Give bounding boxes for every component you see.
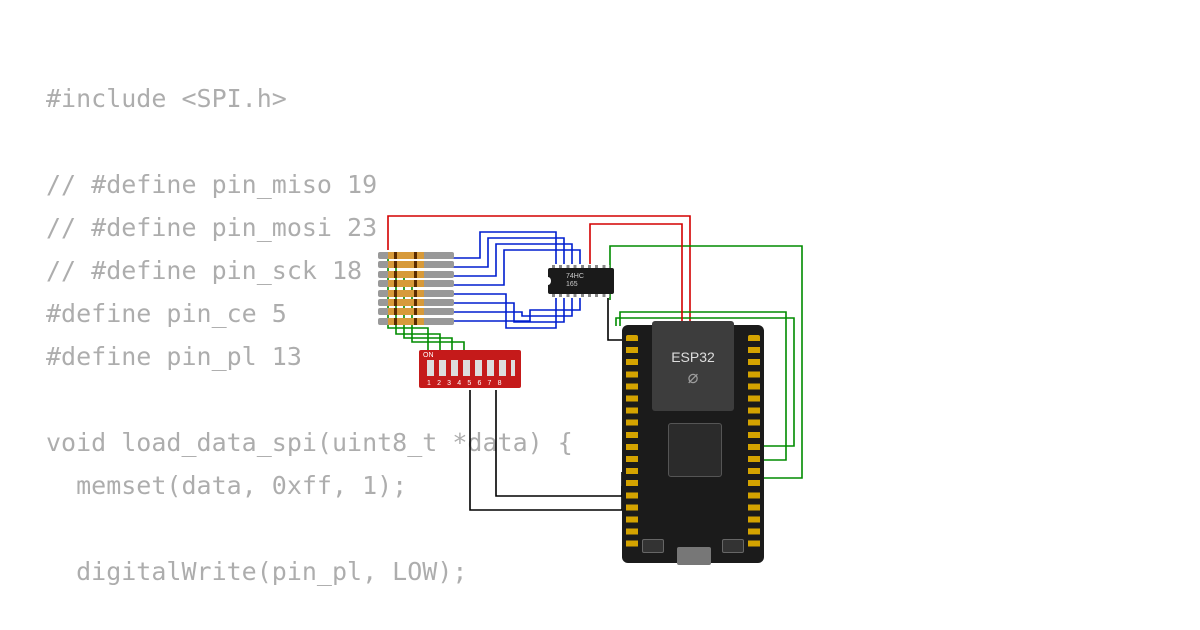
esp32-board: ESP32 ⌀ bbox=[622, 325, 764, 563]
resistor bbox=[378, 252, 454, 259]
esp-soc bbox=[668, 423, 722, 477]
esp-button-en bbox=[642, 539, 664, 553]
resistor-bank bbox=[378, 252, 454, 326]
esp-pins-left bbox=[626, 335, 638, 553]
resistor bbox=[378, 280, 454, 287]
shift-register-ic: 74HC 165 bbox=[548, 268, 614, 294]
dip-on-label: ON bbox=[423, 352, 434, 359]
dip-switch: ON 12345678 bbox=[419, 350, 521, 388]
dip-switches bbox=[427, 360, 515, 376]
resistor bbox=[378, 271, 454, 278]
ic-label: 74HC 165 bbox=[548, 268, 614, 289]
ic-pins-bottom bbox=[552, 294, 610, 297]
esp-shield: ESP32 ⌀ bbox=[652, 321, 734, 411]
esp-button-boot bbox=[722, 539, 744, 553]
resistor bbox=[378, 261, 454, 268]
resistor bbox=[378, 318, 454, 325]
esp-pins-right bbox=[748, 335, 760, 553]
wiring-diagram: 74HC 165 ON 12345678 ESP32 ⌀ bbox=[360, 210, 840, 555]
resistor bbox=[378, 299, 454, 306]
esp-usb-port bbox=[677, 547, 711, 565]
ic-label-line2: 165 bbox=[566, 281, 578, 288]
dip-numbers: 12345678 bbox=[427, 380, 508, 387]
resistor bbox=[378, 290, 454, 297]
esp-label: ESP32 bbox=[671, 349, 715, 365]
resistor bbox=[378, 308, 454, 315]
ic-label-line1: 74HC bbox=[566, 273, 584, 280]
ic-notch bbox=[545, 277, 551, 285]
ic-pins-top bbox=[552, 265, 610, 268]
espressif-logo-icon: ⌀ bbox=[652, 367, 734, 388]
